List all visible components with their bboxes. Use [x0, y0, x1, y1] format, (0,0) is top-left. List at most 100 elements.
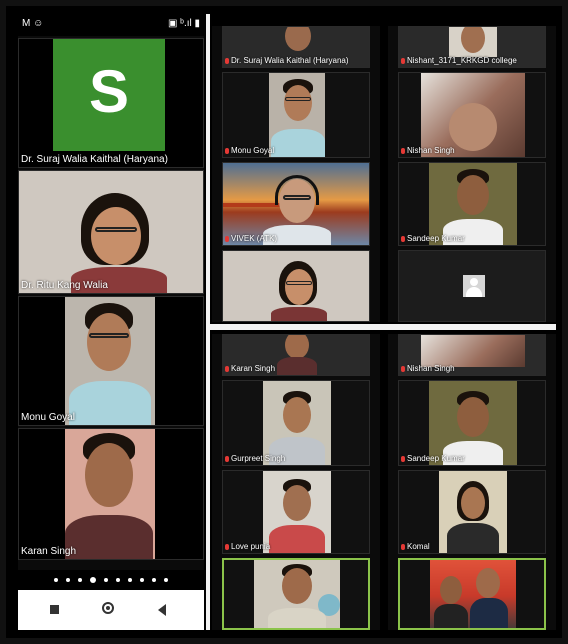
participant-tile-active-speaker[interactable]: [222, 558, 370, 630]
participant-name-text: VIVEK (ATK): [231, 234, 278, 243]
mic-muted-icon: [401, 235, 405, 242]
person-body: [269, 525, 325, 553]
glasses: [286, 281, 312, 285]
mic-muted-icon: [225, 543, 229, 550]
person-body: [69, 381, 151, 425]
participant-tile-active-speaker[interactable]: [398, 558, 546, 630]
page-dot[interactable]: [54, 578, 58, 582]
page-dot[interactable]: [116, 578, 120, 582]
divider: [210, 324, 556, 330]
participant-name-text: Love punia: [231, 542, 271, 551]
participant-tile[interactable]: Monu Goyal: [222, 72, 370, 158]
participant-name: Dr. Ritu Kang Walia: [21, 280, 108, 291]
participant-name-text: Nishan Singh: [407, 146, 455, 155]
avatar-initial: S: [88, 58, 130, 125]
participant-tile[interactable]: Nishan Singh: [398, 334, 546, 376]
person-body: [447, 523, 499, 553]
person-face: [440, 576, 462, 604]
participant-tile[interactable]: Sandeep Kumar: [398, 380, 546, 466]
headphones-icon: [275, 175, 319, 205]
person-body: [268, 608, 326, 628]
participant-name-text: Nishant_3171_KRKGD college: [407, 56, 517, 65]
person-face: [87, 313, 131, 371]
participant-name: VIVEK (ATK): [225, 234, 277, 243]
participant-name-text: Karan Singh: [231, 364, 276, 373]
divider: [206, 14, 210, 630]
participant-name: Monu Goyal: [225, 146, 274, 155]
page-dot[interactable]: [164, 578, 168, 582]
page-dot[interactable]: [78, 578, 82, 582]
participant-tile-karan[interactable]: Karan Singh: [18, 428, 204, 560]
gallery-grid-4: Nishan Singh Sandeep Kumar Komal: [388, 334, 556, 630]
person-face: [284, 85, 312, 121]
page-dot-active[interactable]: [90, 577, 96, 583]
person-body: [449, 103, 497, 151]
participant-tile[interactable]: Gurpreet Singh: [222, 380, 370, 466]
recents-icon[interactable]: [50, 605, 59, 614]
page-indicator[interactable]: [18, 570, 204, 590]
glasses: [95, 227, 137, 232]
participant-tile[interactable]: Nishan Singh: [398, 72, 546, 158]
participant-tile[interactable]: Nishant_3171_KRKGD college: [398, 26, 546, 68]
participant-name: Nishan Singh: [401, 146, 455, 155]
mic-muted-icon: [401, 57, 405, 64]
person-body: [271, 129, 325, 157]
person-face: [285, 269, 313, 305]
participant-tile[interactable]: Dr. Suraj Walia Kaithal (Haryana): [222, 26, 370, 68]
participant-tile[interactable]: [222, 250, 370, 322]
glasses: [89, 333, 129, 338]
participant-tile[interactable]: Karan Singh: [222, 334, 370, 376]
mic-muted-icon: [401, 455, 405, 462]
participant-name: Karan Singh: [225, 364, 275, 373]
participant-name: Nishan Singh: [401, 364, 455, 373]
glasses: [283, 195, 311, 200]
page-dot[interactable]: [104, 578, 108, 582]
person-face: [285, 335, 309, 359]
status-bar: M ☺ ▣ ᵇ.ıl ▮: [18, 14, 204, 36]
mic-muted-icon: [225, 365, 229, 372]
participant-tile-no-video[interactable]: [398, 250, 546, 322]
participant-name: Monu Goyal: [21, 412, 75, 423]
person-face: [457, 175, 489, 215]
participant-tile-ritu[interactable]: Dr. Ritu Kang Walia: [18, 170, 204, 294]
participant-name: Gurpreet Singh: [225, 454, 285, 463]
participant-tile[interactable]: Komal: [398, 470, 546, 554]
mic-muted-icon: [401, 365, 405, 372]
participant-tile[interactable]: Sandeep Kumar: [398, 162, 546, 246]
mic-muted-icon: [225, 147, 229, 154]
person-face: [283, 397, 311, 433]
back-icon[interactable]: [158, 604, 166, 616]
page-dot[interactable]: [140, 578, 144, 582]
home-icon[interactable]: [102, 602, 114, 614]
participant-name-text: Nishan Singh: [407, 364, 455, 373]
page-dot[interactable]: [152, 578, 156, 582]
status-left: M ☺: [22, 18, 44, 29]
participant-tile-monu[interactable]: Monu Goyal: [18, 296, 204, 426]
person-face: [476, 568, 500, 598]
phone-screen: M ☺ ▣ ᵇ.ıl ▮ S Dr. Suraj Walia Kaithal (…: [18, 14, 204, 630]
gallery-grid-1: Dr. Suraj Walia Kaithal (Haryana) Monu G…: [212, 26, 380, 322]
person-body: [271, 307, 327, 321]
participant-tile-speaker[interactable]: VIVEK (ATK): [222, 162, 370, 246]
status-right: ▣ ᵇ.ıl ▮: [167, 18, 200, 29]
participant-name-text: Sandeep Kumar: [407, 454, 465, 463]
participant-name: Dr. Suraj Walia Kaithal (Haryana): [225, 56, 349, 65]
participant-name: Nishant_3171_KRKGD college: [401, 56, 517, 65]
mic-muted-icon: [401, 147, 405, 154]
person-face: [282, 568, 312, 604]
participant-name: Komal: [401, 542, 430, 551]
participant-name-text: Gurpreet Singh: [231, 454, 286, 463]
participant-name-text: Komal: [407, 542, 430, 551]
participant-name-text: Sandeep Kumar: [407, 234, 465, 243]
mic-muted-icon: [225, 455, 229, 462]
person-body: [277, 357, 317, 375]
page-dot[interactable]: [128, 578, 132, 582]
person-face: [91, 207, 141, 265]
default-avatar-icon: [463, 275, 485, 297]
participant-tile-suraj[interactable]: S Dr. Suraj Walia Kaithal (Haryana): [18, 38, 204, 168]
participant-name: Dr. Suraj Walia Kaithal (Haryana): [21, 154, 168, 165]
person-face: [283, 485, 311, 521]
page-dot[interactable]: [66, 578, 70, 582]
gallery-grid-3: Karan Singh Gurpreet Singh Love punia: [212, 334, 380, 630]
participant-tile[interactable]: Love punia: [222, 470, 370, 554]
